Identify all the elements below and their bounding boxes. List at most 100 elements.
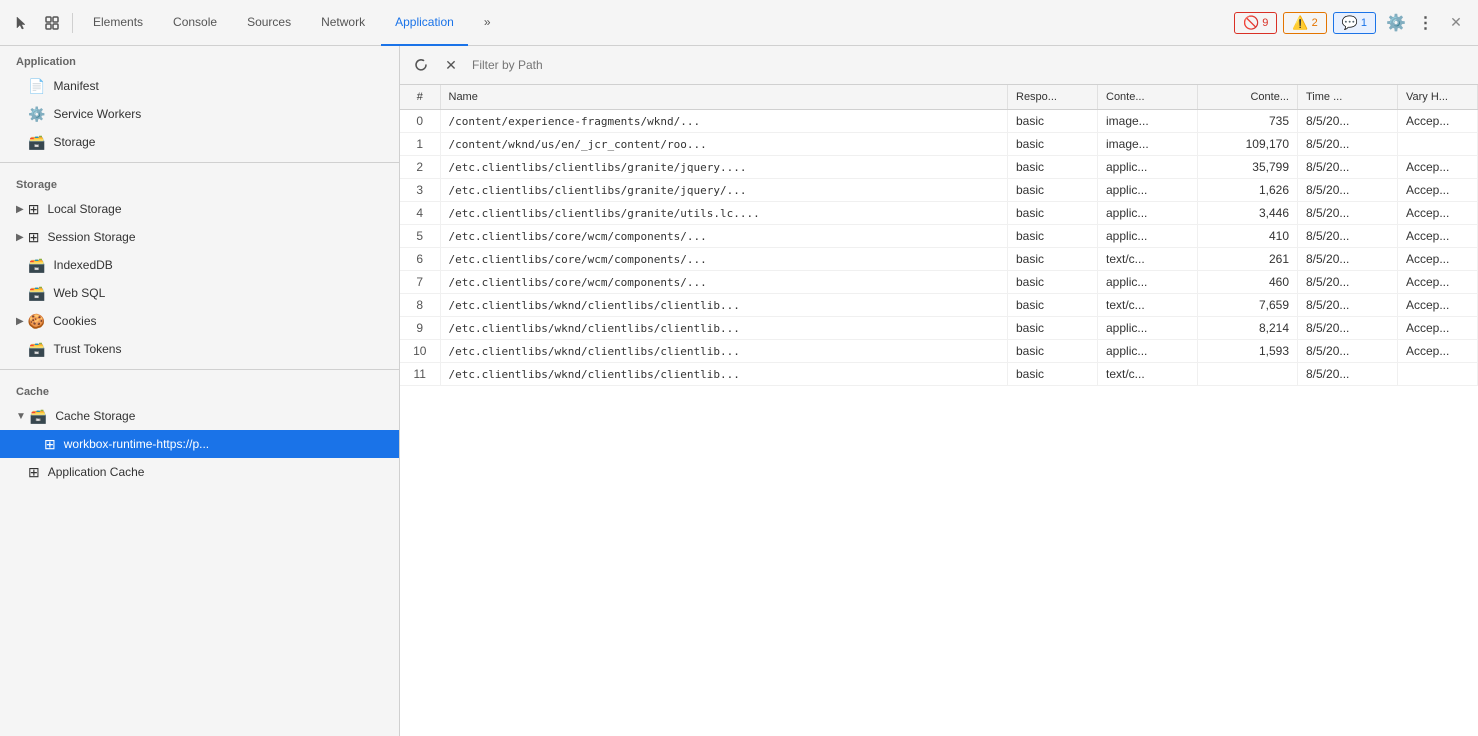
warning-badge[interactable]: ⚠️ 2 <box>1283 12 1326 34</box>
tab-console[interactable]: Console <box>159 0 231 46</box>
table-row[interactable]: 7 /etc.clientlibs/core/wcm/components/..… <box>400 271 1478 294</box>
cell-name: /etc.clientlibs/wknd/clientlibs/clientli… <box>440 363 1008 386</box>
cell-content-type: text/c... <box>1098 363 1198 386</box>
refresh-btn[interactable] <box>408 52 434 78</box>
error-count: 9 <box>1262 17 1268 29</box>
local-storage-label: Local Storage <box>47 202 121 216</box>
sidebar-item-session-storage[interactable]: ▶ ⊞ Session Storage <box>0 223 399 251</box>
cell-name: /etc.clientlibs/clientlibs/granite/utils… <box>440 202 1008 225</box>
cursor-icon-btn[interactable] <box>8 9 36 37</box>
message-icon: 💬 <box>1342 15 1358 31</box>
tab-application[interactable]: Application <box>381 0 468 46</box>
cell-name: /etc.clientlibs/clientlibs/granite/jquer… <box>440 156 1008 179</box>
sidebar-divider-1 <box>0 162 399 163</box>
cell-name: /etc.clientlibs/core/wcm/components/... <box>440 225 1008 248</box>
cell-content-type: applic... <box>1098 225 1198 248</box>
table-row[interactable]: 9 /etc.clientlibs/wknd/clientlibs/client… <box>400 317 1478 340</box>
cookies-label: Cookies <box>53 314 96 328</box>
table-row[interactable]: 6 /etc.clientlibs/core/wcm/components/..… <box>400 248 1478 271</box>
cell-content-length: 1,593 <box>1198 340 1298 363</box>
cell-vary: Accep... <box>1398 110 1478 133</box>
cell-name: /etc.clientlibs/wknd/clientlibs/clientli… <box>440 317 1008 340</box>
col-header-content-length[interactable]: Conte... <box>1198 85 1298 110</box>
sidebar-item-indexed-db[interactable]: 🗃️ IndexedDB <box>0 251 399 279</box>
warning-count: 2 <box>1312 17 1318 29</box>
sidebar-item-trust-tokens[interactable]: 🗃️ Trust Tokens <box>0 335 399 363</box>
table-row[interactable]: 0 /content/experience-fragments/wknd/...… <box>400 110 1478 133</box>
table-row[interactable]: 3 /etc.clientlibs/clientlibs/granite/jqu… <box>400 179 1478 202</box>
cell-vary: Accep... <box>1398 271 1478 294</box>
filter-input[interactable] <box>468 56 1470 74</box>
sidebar-item-cookies[interactable]: ▶ 🍪 Cookies <box>0 307 399 335</box>
cell-time: 8/5/20... <box>1298 271 1398 294</box>
message-count: 1 <box>1361 17 1367 29</box>
session-storage-icon: ⊞ <box>28 229 40 246</box>
close-btn[interactable]: ✕ <box>1442 9 1470 37</box>
table-row[interactable]: 5 /etc.clientlibs/core/wcm/components/..… <box>400 225 1478 248</box>
table-row[interactable]: 4 /etc.clientlibs/clientlibs/granite/uti… <box>400 202 1478 225</box>
tab-elements[interactable]: Elements <box>79 0 157 46</box>
cell-num: 10 <box>400 340 440 363</box>
cell-response: basic <box>1008 340 1098 363</box>
toolbar-separator <box>72 13 73 33</box>
table-row[interactable]: 10 /etc.clientlibs/wknd/clientlibs/clien… <box>400 340 1478 363</box>
sidebar-item-manifest[interactable]: 📄 Manifest <box>0 72 399 100</box>
cell-response: basic <box>1008 110 1098 133</box>
cell-content-length: 460 <box>1198 271 1298 294</box>
cell-time: 8/5/20... <box>1298 294 1398 317</box>
cache-table: # Name Respo... Conte... Conte... Time .… <box>400 85 1478 386</box>
tab-network[interactable]: Network <box>307 0 379 46</box>
cell-time: 8/5/20... <box>1298 340 1398 363</box>
cell-content-length: 261 <box>1198 248 1298 271</box>
cell-content-length: 109,170 <box>1198 133 1298 156</box>
data-table: # Name Respo... Conte... Conte... Time .… <box>400 85 1478 736</box>
sidebar-item-local-storage[interactable]: ▶ ⊞ Local Storage <box>0 195 399 223</box>
cell-num: 0 <box>400 110 440 133</box>
more-options-btn[interactable]: ⋮ <box>1412 9 1440 37</box>
info-badge[interactable]: 💬 1 <box>1333 12 1376 34</box>
trust-tokens-icon: 🗃️ <box>28 341 45 358</box>
cell-time: 8/5/20... <box>1298 363 1398 386</box>
cell-content-type: applic... <box>1098 271 1198 294</box>
col-header-name[interactable]: Name <box>440 85 1008 110</box>
cell-name: /content/wknd/us/en/_jcr_content/roo... <box>440 133 1008 156</box>
cell-response: basic <box>1008 156 1098 179</box>
error-badge[interactable]: 🚫 9 <box>1234 12 1277 34</box>
table-row[interactable]: 11 /etc.clientlibs/wknd/clientlibs/clien… <box>400 363 1478 386</box>
sidebar-item-cache-storage[interactable]: ▼ 🗃️ Cache Storage <box>0 402 399 430</box>
settings-icon-btn[interactable]: ⚙️ <box>1382 9 1410 37</box>
cell-num: 2 <box>400 156 440 179</box>
sidebar-item-storage-app[interactable]: 🗃️ Storage <box>0 128 399 156</box>
cell-response: basic <box>1008 202 1098 225</box>
app-cache-label: Application Cache <box>48 465 145 479</box>
cell-num: 9 <box>400 317 440 340</box>
cell-content-type: applic... <box>1098 340 1198 363</box>
cell-vary: Accep... <box>1398 202 1478 225</box>
cell-content-length: 410 <box>1198 225 1298 248</box>
table-row[interactable]: 1 /content/wknd/us/en/_jcr_content/roo..… <box>400 133 1478 156</box>
cell-num: 5 <box>400 225 440 248</box>
tab-sources[interactable]: Sources <box>233 0 305 46</box>
sidebar-item-workbox-runtime[interactable]: ⊞ workbox-runtime-https://p... <box>0 430 399 458</box>
sidebar-item-web-sql[interactable]: 🗃️ Web SQL <box>0 279 399 307</box>
col-header-vary[interactable]: Vary H... <box>1398 85 1478 110</box>
cell-content-length: 735 <box>1198 110 1298 133</box>
cell-content-type: text/c... <box>1098 294 1198 317</box>
col-header-content-type[interactable]: Conte... <box>1098 85 1198 110</box>
col-header-num[interactable]: # <box>400 85 440 110</box>
main-layout: Application 📄 Manifest ⚙️ Service Worker… <box>0 46 1478 736</box>
sidebar-item-service-workers[interactable]: ⚙️ Service Workers <box>0 100 399 128</box>
inspect-icon-btn[interactable] <box>38 9 66 37</box>
cell-time: 8/5/20... <box>1298 225 1398 248</box>
table-row[interactable]: 8 /etc.clientlibs/wknd/clientlibs/client… <box>400 294 1478 317</box>
col-header-response[interactable]: Respo... <box>1008 85 1098 110</box>
application-section-title: Application <box>0 46 399 72</box>
col-header-time[interactable]: Time ... <box>1298 85 1398 110</box>
tab-more[interactable]: » <box>470 0 505 46</box>
cell-num: 7 <box>400 271 440 294</box>
cell-time: 8/5/20... <box>1298 179 1398 202</box>
table-row[interactable]: 2 /etc.clientlibs/clientlibs/granite/jqu… <box>400 156 1478 179</box>
sidebar-item-application-cache[interactable]: ⊞ Application Cache <box>0 458 399 486</box>
cell-name: /etc.clientlibs/wknd/clientlibs/clientli… <box>440 340 1008 363</box>
clear-btn[interactable]: ✕ <box>438 52 464 78</box>
